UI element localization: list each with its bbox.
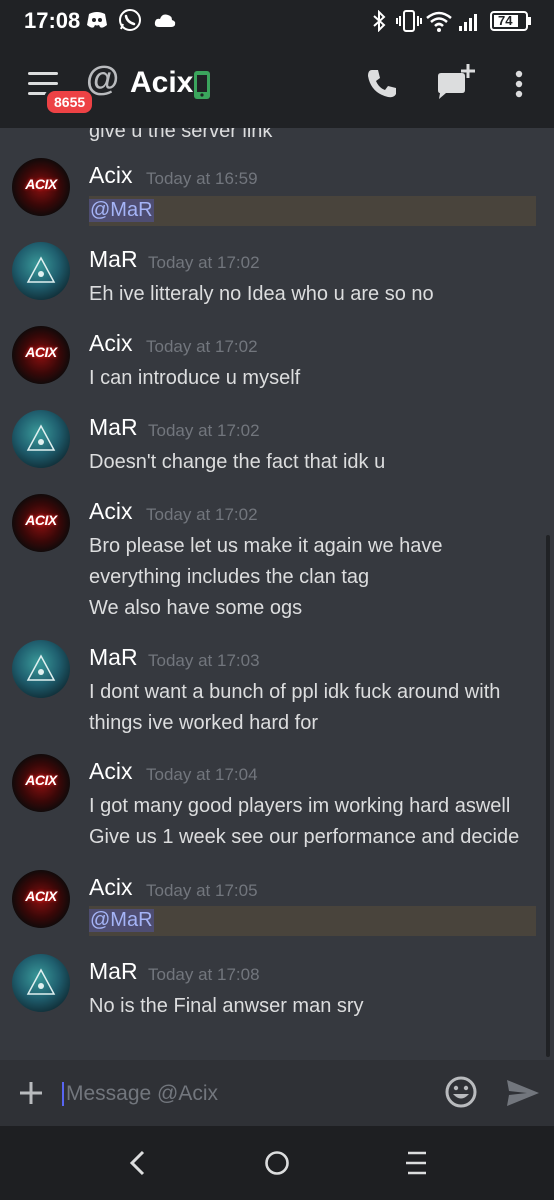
add-attachment-icon[interactable]: [18, 1080, 44, 1111]
vibrate-icon: [396, 10, 422, 37]
message-text: No is the Final anwser man sry: [89, 995, 364, 1017]
message-item[interactable]: ACIX Acix Today at 17:02 Bro please let …: [0, 494, 554, 624]
message-timestamp: Today at 17:08: [148, 965, 260, 984]
avatar[interactable]: ACIX: [12, 754, 70, 812]
message-text: I dont want a bunch of ppl idk fuck arou…: [89, 681, 501, 703]
message-timestamp: Today at 17:02: [148, 253, 260, 272]
send-icon[interactable]: [505, 1078, 541, 1113]
message-text: I can introduce u myself: [89, 367, 301, 389]
message-author[interactable]: Acix: [89, 758, 132, 785]
bluetooth-icon: [372, 9, 386, 37]
message-timestamp: Today at 17:02: [146, 505, 258, 524]
status-time: 17:08: [24, 8, 81, 33]
mention-highlight: [89, 196, 536, 226]
wifi-icon: [426, 10, 452, 37]
message-text: Eh ive litteraly no Idea who u are so no: [89, 283, 434, 305]
message-item[interactable]: MaR Today at 17:02 Doesn't change the fa…: [0, 410, 554, 480]
message-timestamp: Today at 17:04: [146, 765, 258, 784]
avatar[interactable]: ACIX: [12, 870, 70, 928]
message-author[interactable]: MaR: [89, 644, 138, 671]
message-timestamp: Today at 17:02: [148, 421, 260, 440]
message-item[interactable]: MaR Today at 17:08 No is the Final anwse…: [0, 954, 554, 1024]
mention-highlight: [89, 906, 536, 936]
message-text: Bro please let us make it again we have: [89, 535, 443, 557]
message-author[interactable]: Acix: [89, 498, 132, 525]
message-author[interactable]: MaR: [89, 246, 138, 273]
avatar[interactable]: [12, 954, 70, 1012]
emoji-icon[interactable]: [444, 1075, 478, 1114]
message-text: We also have some ogs: [89, 597, 303, 619]
message-timestamp: Today at 16:59: [146, 169, 258, 188]
message-text: everything includes the clan tag: [89, 566, 370, 588]
avatar[interactable]: [12, 410, 70, 468]
avatar[interactable]: ACIX: [12, 158, 70, 216]
scrollbar[interactable]: [546, 535, 550, 1057]
battery-level: 74: [498, 13, 513, 28]
whatsapp-icon: [118, 8, 142, 37]
page-title: Acix: [130, 66, 194, 99]
cloud-icon: [154, 12, 176, 33]
message-item[interactable]: ACIX Acix Today at 17:02 I can introduce…: [0, 326, 554, 396]
message-text: things ive worked hard for: [89, 712, 319, 734]
message-item[interactable]: ACIX Acix Today at 16:59 @MaR: [0, 158, 554, 228]
message-text: Doesn't change the fact that idk u: [89, 451, 386, 473]
message-item[interactable]: MaR Today at 17:02 Eh ive litteraly no I…: [0, 242, 554, 312]
dm-at-symbol: @: [86, 60, 120, 98]
message-text: I got many good players im working hard …: [89, 795, 511, 817]
discord-icon: [86, 11, 108, 34]
message-timestamp: Today at 17:05: [146, 881, 258, 900]
chat-header: 8655 @ Acix: [0, 42, 554, 128]
avatar[interactable]: [12, 242, 70, 300]
avatar[interactable]: [12, 640, 70, 698]
message-author[interactable]: MaR: [89, 414, 138, 441]
recents-icon[interactable]: [404, 1150, 428, 1181]
partial-message-text: give u the server link: [89, 128, 273, 142]
home-icon[interactable]: [264, 1150, 290, 1181]
back-icon[interactable]: [128, 1150, 148, 1181]
user-mention[interactable]: @MaR: [89, 199, 154, 222]
message-item[interactable]: ACIX Acix Today at 17:04 I got many good…: [0, 754, 554, 854]
message-item[interactable]: MaR Today at 17:03 I dont want a bunch o…: [0, 640, 554, 740]
user-mention[interactable]: @MaR: [89, 909, 154, 932]
message-timestamp: Today at 17:03: [148, 651, 260, 670]
avatar[interactable]: ACIX: [12, 326, 70, 384]
mobile-online-icon: [192, 70, 212, 105]
more-options-icon[interactable]: [514, 70, 524, 105]
message-author[interactable]: Acix: [89, 330, 132, 357]
avatar[interactable]: ACIX: [12, 494, 70, 552]
message-item[interactable]: ACIX Acix Today at 17:05 @MaR: [0, 870, 554, 940]
status-bar: 17:08 74: [0, 0, 554, 42]
message-author[interactable]: Acix: [89, 162, 132, 189]
message-text: Give us 1 week see our performance and d…: [89, 826, 520, 848]
call-icon[interactable]: [366, 68, 398, 105]
message-input[interactable]: Message @Acix: [62, 1082, 218, 1106]
system-nav-bar: [0, 1126, 554, 1200]
new-group-dm-icon[interactable]: [436, 64, 476, 107]
message-timestamp: Today at 17:02: [146, 337, 258, 356]
message-composer: Message @Acix: [0, 1060, 554, 1126]
message-author[interactable]: MaR: [89, 958, 138, 985]
signal-icon: [458, 12, 480, 37]
message-list[interactable]: give u the server link ACIX Acix Today a…: [0, 128, 554, 1060]
message-author[interactable]: Acix: [89, 874, 132, 901]
